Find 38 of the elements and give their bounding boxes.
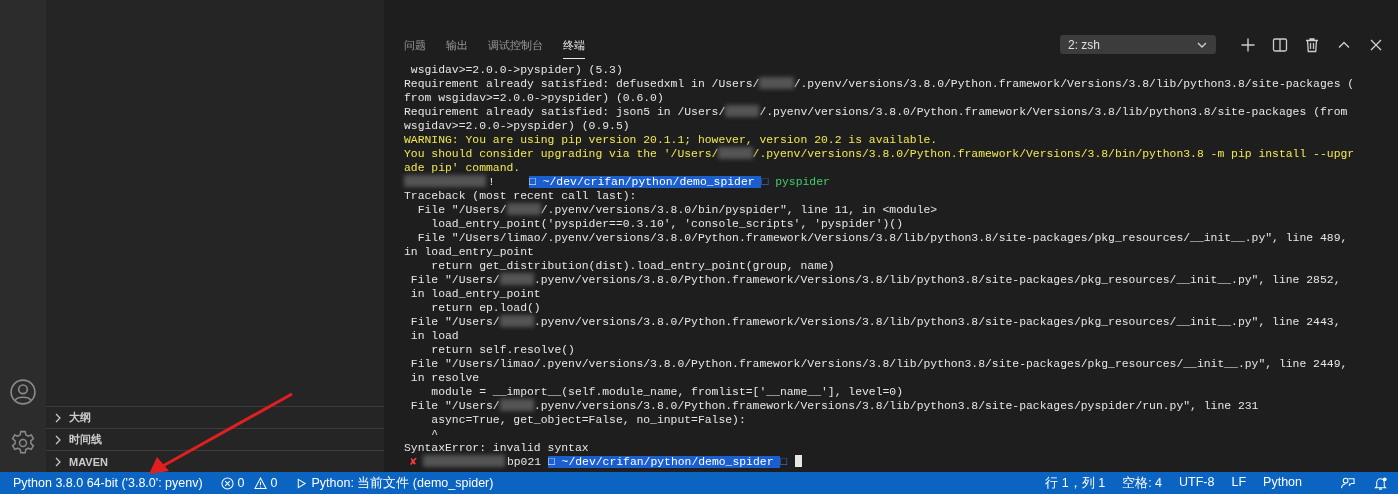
split-icon[interactable]: [1272, 36, 1288, 53]
interpreter-status[interactable]: Python 3.8.0 64-bit ('3.8.0': pyenv): [13, 476, 203, 490]
redacted-block: [506, 203, 541, 215]
account-icon[interactable]: [10, 379, 36, 405]
outline-section-header[interactable]: 大纲: [46, 406, 384, 428]
settings-icon[interactable]: [10, 430, 36, 456]
panel-tab[interactable]: 输出: [446, 34, 468, 59]
redacted-block: [499, 315, 534, 327]
plus-icon[interactable]: [1240, 36, 1256, 53]
status-item[interactable]: LF: [1231, 474, 1247, 492]
chevron-right-icon: [53, 434, 63, 445]
terminal-output[interactable]: wsgidav>=2.0.0->pyspider) (5.3) Requirement already satisfied: defusedxml in /Users/ /.pyenv/versions/3.8.0/Python.framework/Versions/3.8/lib/python3.8/site-packages ( from wsgidav>=2.0.0->pyspider) (0.6.0) Requirement already satisfied: json5 in /Users/ /.pyenv/versions/3.8.0/Python.framework/Versions/3.8/lib/python3.8/site-packages (from wsgidav>=2.0.0->pyspider) (0.9.5) WARNING: You are using pip version 20.1.1; however, version 20.2 is available. You should consider upgrading via the '/Users/ /.pyenv/versions/3.8.0/Python.framework/Versions/3.8/bin/python3.8 -m pip install --upgr ade pip' command. ! □ ~/dev/crifan/python/demo_spider □ pyspider Traceback (most recent call last): File "/Users/ /.pyenv/versions/3.8.0/bin/pyspider", line 11, in <module> load_entry_point('pyspider==0.3.10', 'console_scripts', 'pyspider')() File "/Users/limao/.pyenv/versions/3.8.0/Python.framework/Versions/3.8/lib/python3.8/site-packages/pkg_resources/__init__.py", line 489, in load_entry_point return get_distribution(dist).load_entry_point(group, name) File "/Users/ .pyenv/versions/3.8.0/Python.framework/Versions/3.8/lib/python3.8/site-packages/pkg_resources/__init__.py", line 2852, in load_entry_point return ep.load() File "/Users/ .pyenv/versions/3.8.0/Python.framework/Versions/3.8/lib/python3.8/site-packages/pkg_resources/__init__.py", line 2443, in load return self.resolve() File "/Users/limao/.pyenv/versions/3.8.0/Python.framework/Versions/3.8/lib/python3.8/site-packages/pkg_resources/__init__.py", line 2449, in resolve module = __import__(self.module_name, fromlist=['__name__'], level=0) File "/Users/ .pyenv/versions/3.8.0/Python.framework/Versions/3.8/lib/python3.8/site-packages/pyspider/run.py", line 231 async=True, get_object=False, no_input=False): ^ SyntaxError: invalid syntax ✘ bp021 □ ~/dev/crifan/python/demo_spider □: [384, 60, 1398, 472]
status-item[interactable]: 空格: 4: [1122, 474, 1163, 492]
panel-tab[interactable]: 调试控制台: [488, 34, 543, 59]
run-target[interactable]: Python: 当前文件 (demo_spider): [311, 474, 494, 492]
status-item[interactable]: 行 1，列 1: [1045, 474, 1106, 492]
warning-count[interactable]: 0: [270, 476, 278, 490]
error-count[interactable]: 0: [237, 476, 245, 490]
panel-tab[interactable]: 终端: [563, 34, 585, 59]
outline-section-header[interactable]: 时间线: [46, 428, 384, 450]
status-item[interactable]: Python: [1263, 474, 1302, 492]
status-item[interactable]: UTF-8: [1179, 474, 1215, 492]
text-cursor: [795, 455, 803, 467]
terminal-select[interactable]: 2: zsh: [1060, 35, 1216, 54]
warning-icon: [253, 476, 267, 490]
panel-tab[interactable]: 问题: [404, 34, 426, 59]
feedback-icon[interactable]: [1340, 475, 1355, 491]
chevron-right-icon: [53, 412, 63, 423]
redacted-block: [718, 147, 753, 159]
error-icon: [220, 476, 234, 490]
redacted-block: [499, 273, 534, 285]
trash-icon[interactable]: [1304, 36, 1320, 53]
redacted-block: [759, 77, 794, 89]
redacted-block: [725, 105, 760, 117]
play-icon[interactable]: [295, 477, 307, 489]
chevron-right-icon: [53, 456, 63, 467]
redacted-block: [499, 399, 534, 411]
bell-icon[interactable]: [1373, 475, 1388, 491]
